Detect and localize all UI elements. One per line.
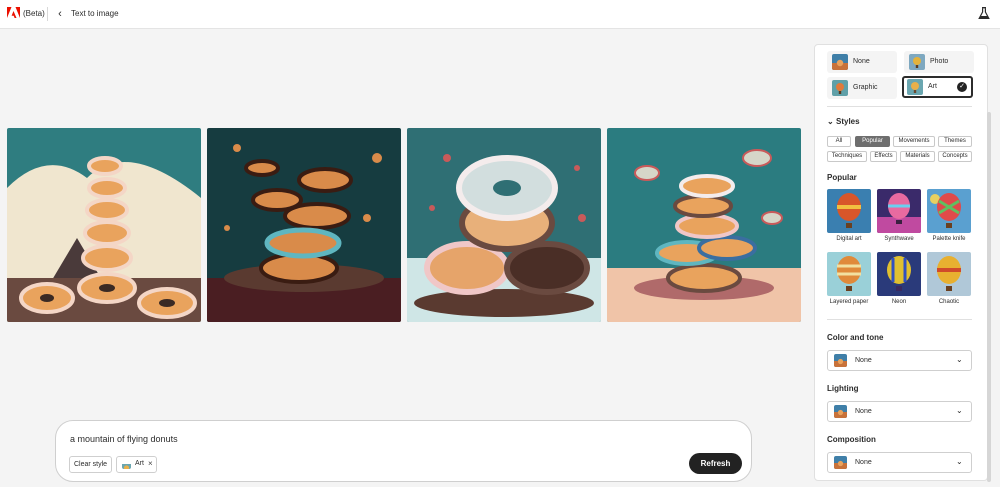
dropdown-value: None [855, 459, 872, 466]
balloon-thumbnail-icon [927, 252, 971, 296]
beaker-icon[interactable] [978, 6, 990, 20]
lighting-title: Lighting [827, 384, 859, 393]
content-type-label: Graphic [853, 84, 878, 91]
style-synthwave[interactable]: Synthwave [877, 189, 921, 245]
graphic-thumbnail-icon [832, 80, 848, 96]
generated-image-2[interactable] [207, 128, 401, 322]
style-label: Neon [891, 299, 907, 305]
back-arrow-icon[interactable]: ‹ [54, 7, 66, 21]
generated-image-4[interactable] [607, 128, 801, 322]
content-type-none[interactable]: None [827, 51, 897, 73]
style-label: Synthwave [884, 236, 914, 242]
color-tone-title: Color and tone [827, 333, 884, 342]
chevron-down-icon: ⌄ [956, 406, 963, 415]
prompt-box: a mountain of flying donuts Clear style … [55, 420, 752, 482]
chip-label: Art [135, 460, 144, 467]
chevron-down-icon: ⌄ [827, 117, 834, 126]
style-palette-knife[interactable]: Palette knife [927, 189, 971, 245]
clear-style-button[interactable]: Clear style [69, 456, 112, 473]
dropdown-value: None [855, 408, 872, 415]
none-thumbnail-icon [834, 456, 847, 469]
styles-section-toggle[interactable]: ⌄ Styles [827, 117, 860, 126]
adobe-logo-icon[interactable] [7, 7, 20, 20]
popular-title: Popular [827, 173, 857, 182]
tag-themes[interactable]: Themes [938, 136, 972, 147]
color-tone-dropdown[interactable]: None ⌄ [827, 350, 972, 371]
tag-popular[interactable]: Popular [855, 136, 890, 147]
divider [827, 106, 972, 107]
remove-chip-icon[interactable]: × [148, 459, 153, 468]
tag-concepts[interactable]: Concepts [938, 151, 972, 162]
balloon-thumbnail-icon [827, 252, 871, 296]
art-thumbnail-icon [907, 79, 923, 95]
content-type-label: Photo [930, 58, 949, 65]
settings-panel: None Photo Graphic Art ✓ ⌄ Styles All Pop… [814, 44, 988, 481]
chevron-down-icon: ⌄ [956, 457, 963, 466]
page-title: Text to image [71, 9, 119, 18]
content-type-label: Art [928, 83, 937, 90]
none-thumbnail-icon [834, 405, 847, 418]
balloon-thumbnail-icon [927, 189, 971, 233]
style-neon[interactable]: Neon [877, 252, 921, 308]
tag-all[interactable]: All [827, 136, 851, 147]
refresh-button[interactable]: Refresh [689, 453, 742, 474]
style-label: Digital art [836, 236, 862, 242]
beta-label: (Beta) [23, 9, 45, 18]
tag-materials[interactable]: Materials [900, 151, 935, 162]
tag-effects[interactable]: Effects [870, 151, 897, 162]
content-type-label: None [853, 58, 870, 65]
lighting-dropdown[interactable]: None ⌄ [827, 401, 972, 422]
prompt-input[interactable]: a mountain of flying donuts [70, 434, 178, 444]
content-type-graphic[interactable]: Graphic [827, 77, 897, 99]
composition-dropdown[interactable]: None ⌄ [827, 452, 972, 473]
divider [827, 319, 972, 320]
style-label: Chaotic [938, 299, 960, 305]
generated-image-1[interactable] [7, 128, 201, 322]
balloon-thumbnail-icon [827, 189, 871, 233]
content-type-art[interactable]: Art ✓ [902, 76, 973, 98]
image-gallery [7, 128, 801, 322]
balloon-thumbnail-icon [877, 189, 921, 233]
style-label: Palette knife [932, 236, 966, 242]
styles-title: Styles [836, 117, 860, 126]
balloon-thumbnail-icon [877, 252, 921, 296]
art-thumbnail-icon [122, 460, 131, 469]
divider [47, 7, 48, 21]
none-thumbnail-icon [834, 354, 847, 367]
style-label: Layered paper [829, 299, 869, 305]
check-icon: ✓ [957, 82, 967, 92]
dropdown-value: None [855, 357, 872, 364]
none-thumbnail-icon [832, 54, 848, 70]
style-layered-paper[interactable]: Layered paper [827, 252, 871, 308]
top-bar: (Beta) ‹ Text to image [0, 0, 1000, 29]
generated-image-3[interactable] [407, 128, 601, 322]
chevron-down-icon: ⌄ [956, 355, 963, 364]
art-style-chip[interactable]: Art × [116, 456, 157, 473]
photo-thumbnail-icon [909, 54, 925, 70]
composition-title: Composition [827, 435, 876, 444]
style-chaotic[interactable]: Chaotic [927, 252, 971, 308]
content-type-photo[interactable]: Photo [904, 51, 974, 73]
panel-scrollbar[interactable] [987, 112, 991, 482]
tag-techniques[interactable]: Techniques [827, 151, 867, 162]
tag-movements[interactable]: Movements [893, 136, 935, 147]
style-digital-art[interactable]: Digital art [827, 189, 871, 245]
